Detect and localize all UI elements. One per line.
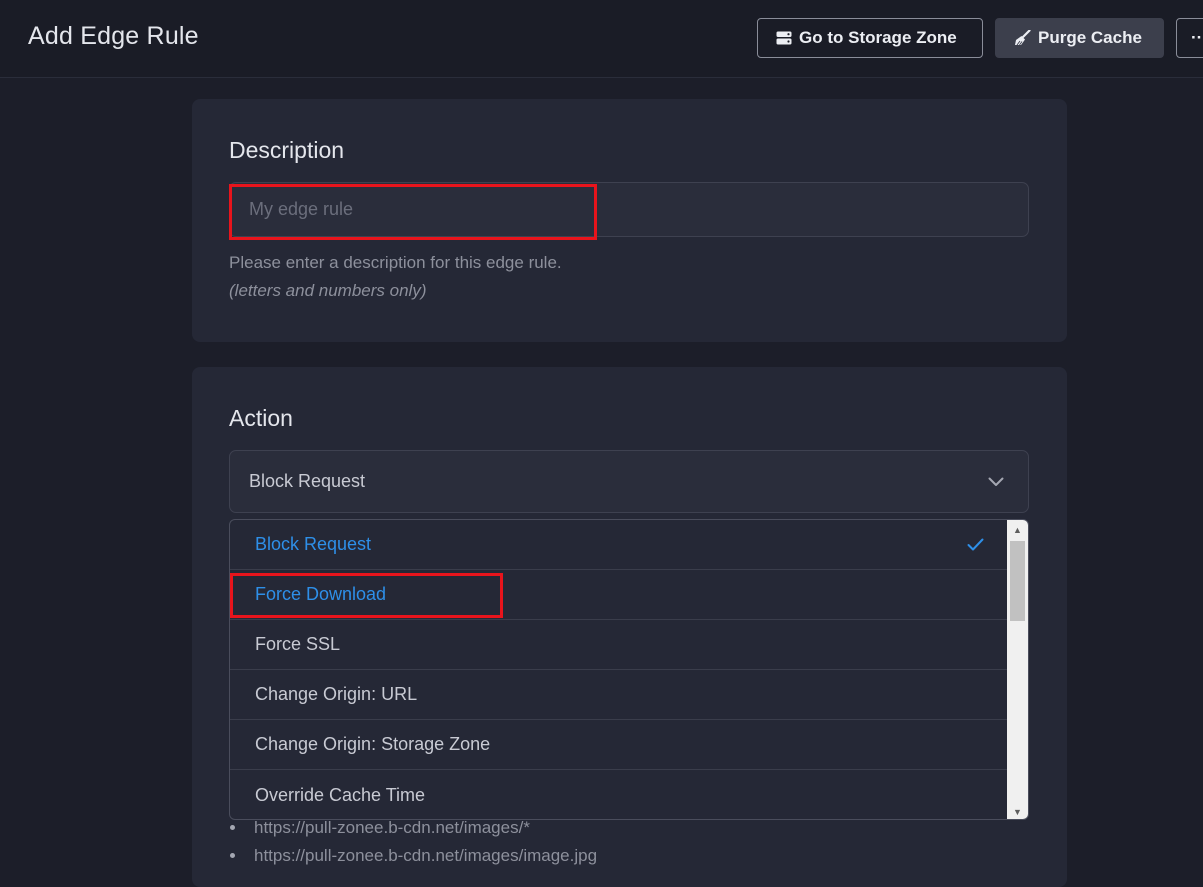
action-select-value: Block Request <box>249 471 366 491</box>
description-title: Description <box>229 137 345 163</box>
broom-icon <box>1015 30 1031 46</box>
option-label: Change Origin: Storage Zone <box>255 734 491 754</box>
option-label: Force SSL <box>255 634 341 654</box>
action-title: Action <box>229 405 293 431</box>
more-options-label: ··· <box>1191 28 1203 47</box>
option-block-request[interactable]: Block Request <box>230 520 1008 570</box>
purge-cache-label: Purge Cache <box>1038 28 1142 47</box>
option-change-origin-url[interactable]: Change Origin: URL <box>230 670 1008 720</box>
option-label: Force Download <box>255 584 387 604</box>
list-item: https://pull-zonee.b-cdn.net/images/* <box>229 817 597 845</box>
description-hint: Please enter a description for this edge… <box>229 253 562 272</box>
page-title: Add Edge Rule <box>28 22 199 50</box>
option-label: Block Request <box>255 534 372 554</box>
scroll-thumb[interactable] <box>1010 541 1025 621</box>
url-example-list: https://pull-zonee.b-cdn.net/images/* ht… <box>229 817 597 873</box>
description-input[interactable] <box>229 182 1029 237</box>
check-icon <box>967 538 984 551</box>
storage-drive-icon <box>776 31 792 45</box>
go-to-storage-zone-button[interactable]: Go to Storage Zone <box>757 18 983 58</box>
purge-cache-button[interactable]: Purge Cache <box>995 18 1164 58</box>
option-label: Change Origin: URL <box>255 684 418 704</box>
more-options-button[interactable]: ··· <box>1176 18 1203 58</box>
option-label: Override Cache Time <box>255 784 426 805</box>
scroll-up-arrow-icon[interactable]: ▲ <box>1007 521 1028 538</box>
dropdown-scrollbar[interactable]: ▲ ▼ <box>1007 520 1028 819</box>
scroll-down-arrow-icon[interactable]: ▼ <box>1007 803 1028 819</box>
go-to-storage-zone-label: Go to Storage Zone <box>799 28 957 47</box>
chevron-down-icon <box>988 477 1004 486</box>
action-select[interactable]: Block Request <box>229 450 1029 513</box>
description-hint-note: (letters and numbers only) <box>229 281 427 300</box>
top-bar: Add Edge Rule Go to Storage Zone Purge C… <box>0 0 1203 78</box>
description-card: Description Please enter a description f… <box>192 99 1067 342</box>
option-change-origin-storage-zone[interactable]: Change Origin: Storage Zone <box>230 720 1008 770</box>
option-override-cache-time[interactable]: Override Cache Time <box>230 770 1008 819</box>
option-force-download[interactable]: Force Download <box>230 570 1008 620</box>
list-item: https://pull-zonee.b-cdn.net/images/imag… <box>229 845 597 873</box>
action-dropdown-menu: Block Request Force Download Force SSL C… <box>229 519 1029 820</box>
option-force-ssl[interactable]: Force SSL <box>230 620 1008 670</box>
